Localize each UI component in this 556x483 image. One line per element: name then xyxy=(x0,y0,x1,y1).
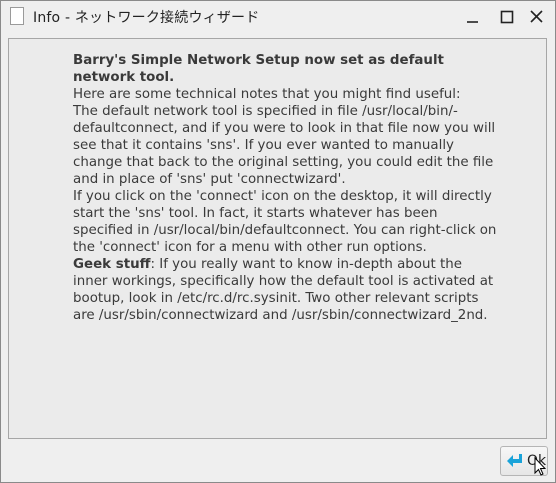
geek-stuff-text: : If you really want to know in-depth ab… xyxy=(150,257,462,272)
message-line: change that back to the original setting… xyxy=(73,155,494,170)
message-line: Here are some technical notes that you m… xyxy=(73,87,461,102)
geek-stuff-label: Geek stuff xyxy=(73,257,151,272)
minimize-icon[interactable] xyxy=(463,7,483,27)
return-arrow-icon xyxy=(506,453,524,473)
geek-line: bootup, look in /etc/rc.d/rc.sysinit. Tw… xyxy=(73,291,479,306)
title-bar[interactable]: Info - ネットワーク接続ウィザード xyxy=(1,1,555,32)
window-title: Info - ネットワーク接続ウィザード xyxy=(33,10,260,26)
message-line: see that it contains 'sns'. If you ever … xyxy=(73,138,454,153)
message-line: specified in /usr/local/bin/defaultconne… xyxy=(73,223,497,238)
message-heading-cont: network tool. xyxy=(73,70,175,85)
mouse-cursor-icon xyxy=(534,456,547,481)
maximize-icon[interactable] xyxy=(497,7,517,27)
message-line: defaultconnect, and if you were to look … xyxy=(73,121,496,136)
info-dialog-window: Info - ネットワーク接続ウィザード Barry's Simple Netw… xyxy=(0,0,556,483)
message-heading: Barry's Simple Network Setup now set as … xyxy=(73,53,444,68)
document-icon xyxy=(10,7,24,25)
geek-line: inner workings, specifically how the def… xyxy=(73,274,494,289)
message-line: start the 'sns' tool. In fact, it starts… xyxy=(73,206,438,221)
message-line: The default network tool is specified in… xyxy=(73,104,458,119)
geek-line: are /usr/sbin/connectwizard and /usr/sbi… xyxy=(73,308,488,323)
message-line: and in place of 'sns' put 'connectwizard… xyxy=(73,172,346,187)
geek-stuff-line: Geek stuff: If you really want to know i… xyxy=(73,256,503,273)
message-area: Barry's Simple Network Setup now set as … xyxy=(8,38,547,439)
message-line: If you click on the 'connect' icon on th… xyxy=(73,189,492,204)
message-text: Barry's Simple Network Setup now set as … xyxy=(73,52,503,324)
close-icon[interactable] xyxy=(527,7,547,27)
message-line: the 'connect' icon for a menu with other… xyxy=(73,240,427,255)
